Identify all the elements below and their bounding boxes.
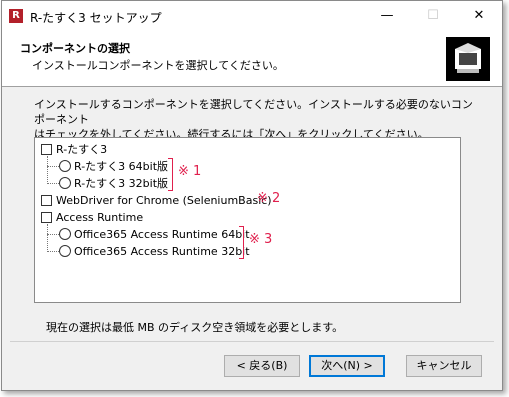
component-access-64[interactable]: Office365 Access Runtime 64bit [59, 226, 250, 242]
component-rtask-64[interactable]: R-たすく3 64bit版 [59, 158, 168, 174]
component-rtask-32[interactable]: R-たすく3 32bit版 [59, 175, 168, 191]
checkbox-webdriver[interactable] [41, 194, 52, 206]
component-access-64-label: Office365 Access Runtime 64bit [74, 227, 250, 241]
maximize-button: ☐ [427, 8, 439, 23]
note-2: ※ 2 [257, 191, 281, 206]
window-title: R-たすく3 セットアップ [30, 11, 162, 25]
component-rtask[interactable]: R-たすく3 [41, 141, 107, 157]
back-button[interactable]: < 戻る(B) [224, 355, 300, 377]
component-access[interactable]: Access Runtime [41, 209, 143, 225]
component-rtask-label: R-たすく3 [56, 143, 108, 156]
setup-window: R R-たすく3 セットアップ — ☐ ✕ コンポーネントの選択 インストールコ… [1, 0, 503, 391]
tree-connector [47, 156, 48, 184]
tree-connector [47, 251, 59, 252]
divider [10, 341, 494, 342]
note-1: ※ 1 [178, 164, 202, 179]
checkbox-access[interactable] [41, 211, 52, 223]
component-tree: R-たすく3 R-たすく3 64bit版 R-たすく3 32bit版 WebDr… [34, 137, 461, 303]
component-webdriver-label: WebDriver for Chrome (SeleniumBasic) [56, 193, 272, 207]
close-button[interactable]: ✕ [456, 1, 502, 31]
checkbox-rtask[interactable] [41, 143, 52, 155]
radio-rtask-32[interactable] [59, 177, 71, 189]
component-rtask-32-label: R-たすく3 32bit版 [74, 177, 169, 190]
instruction-line-1: インストールするコンポーネントを選択してください。インストールする必要のないコン… [34, 98, 473, 126]
radio-rtask-64[interactable] [59, 160, 71, 172]
app-icon: R [9, 9, 23, 23]
cancel-button[interactable]: キャンセル [406, 355, 482, 377]
instruction-text: インストールするコンポーネントを選択してください。インストールする必要のないコン… [34, 97, 474, 142]
tree-connector [47, 224, 48, 252]
note-bracket-3 [239, 226, 244, 259]
component-webdriver[interactable]: WebDriver for Chrome (SeleniumBasic) [41, 192, 272, 208]
radio-access-32[interactable] [59, 245, 71, 257]
tree-connector [47, 234, 59, 235]
page-title: コンポーネントの選択 [20, 42, 130, 55]
title-bar: R R-たすく3 セットアップ — ☐ ✕ [2, 1, 502, 31]
page-subtitle: インストールコンポーネントを選択してください。 [32, 59, 284, 72]
space-required-text: 現在の選択は最低 MB のディスク空き領域を必要とします。 [46, 321, 344, 334]
installer-box-icon [446, 37, 490, 81]
radio-access-64[interactable] [59, 228, 71, 240]
minimize-button[interactable]: — [364, 1, 410, 31]
tree-connector [47, 166, 59, 167]
note-3: ※ 3 [249, 232, 273, 247]
component-access-32-label: Office365 Access Runtime 32bit [74, 244, 250, 258]
next-button[interactable]: 次へ(N) > [309, 355, 385, 377]
component-rtask-64-label: R-たすく3 64bit版 [74, 160, 169, 173]
wizard-header: コンポーネントの選択 インストールコンポーネントを選択してください。 [2, 31, 502, 87]
component-access-32[interactable]: Office365 Access Runtime 32bit [59, 243, 250, 259]
note-bracket-1 [168, 158, 173, 191]
component-access-label: Access Runtime [56, 210, 144, 224]
tree-connector [47, 183, 59, 184]
